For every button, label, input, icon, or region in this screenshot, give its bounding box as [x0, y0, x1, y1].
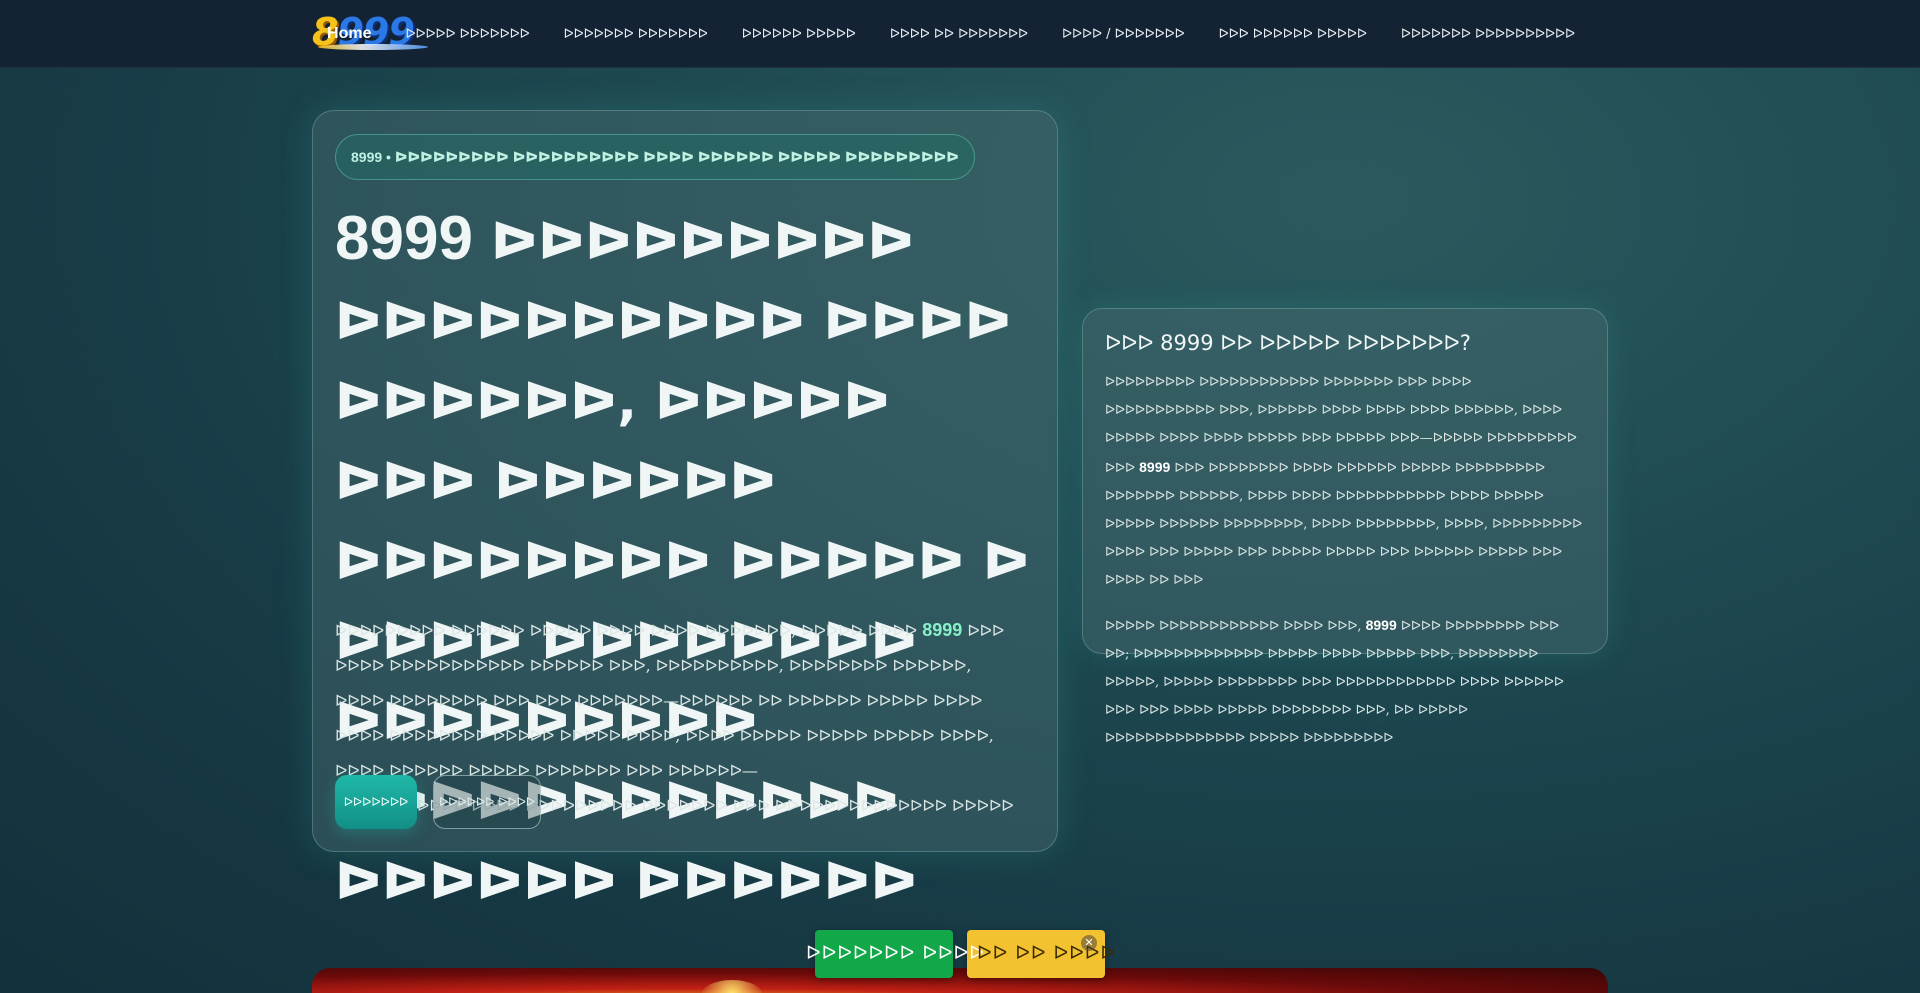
why-p2-brand: 8999	[1365, 617, 1397, 633]
why-card-paragraph-2: ᐅᐅᐅᐅᐅ ᐅᐅᐅᐅᐅᐅᐅᐅᐅᐅᐅᐅ ᐅᐅᐅᐅ ᐅᐅᐅ, 8999 ᐅᐅᐅᐅ ᐅ…	[1105, 611, 1585, 753]
promo-banner-image[interactable]	[312, 968, 1608, 993]
primary-cta-button[interactable]: ᐅᐅᐅᐅᐅᐅᐅ	[335, 775, 417, 829]
nav-item-7[interactable]: ᐅᐅᐅ ᐅᐅᐅᐅᐅᐅ ᐅᐅᐅᐅᐅ	[1202, 27, 1384, 42]
why-p1-part-b: ᐅᐅᐅ ᐅᐅᐅᐅᐅᐅᐅᐅ ᐅᐅᐅᐅ ᐅᐅᐅᐅᐅᐅ ᐅᐅᐅᐅᐅ ᐅᐅᐅᐅᐅᐅᐅᐅᐅ…	[1105, 461, 1583, 588]
why-p2-part-a: ᐅᐅᐅᐅᐅ ᐅᐅᐅᐅᐅᐅᐅᐅᐅᐅᐅᐅ ᐅᐅᐅᐅ ᐅᐅᐅ,	[1105, 619, 1366, 634]
hero-card: 8999 • ᐅᐅᐅᐅᐅᐅᐅᐅᐅ ᐅᐅᐅᐅᐅᐅᐅᐅᐅᐅ ᐅᐅᐅᐅ ᐅᐅᐅᐅᐅᐅ …	[312, 110, 1058, 912]
close-icon[interactable]: ✕	[1081, 935, 1097, 951]
why-p2-part-b: ᐅᐅᐅᐅ ᐅᐅᐅᐅᐅᐅᐅᐅ ᐅᐅᐅ ᐅᐅ; ᐅᐅᐅᐅᐅᐅᐅᐅᐅᐅᐅᐅᐅ ᐅᐅᐅᐅ…	[1105, 619, 1564, 746]
why-card: ᐅᐅᐅ 8999 ᐅᐅ ᐅᐅᐅᐅᐅ ᐅᐅᐅᐅᐅᐅᐅ? ᐅᐅᐅᐅᐅᐅᐅᐅᐅ ᐅᐅᐅ…	[1082, 308, 1608, 746]
why-p1-brand: 8999	[1139, 459, 1171, 475]
banner-glow	[702, 980, 762, 993]
nav-item-8[interactable]: ᐅᐅᐅᐅᐅᐅᐅ ᐅᐅᐅᐅᐅᐅᐅᐅᐅᐅ	[1384, 27, 1592, 42]
nav-item-5[interactable]: ᐅᐅᐅᐅ ᐅᐅ ᐅᐅᐅᐅᐅᐅᐅ	[873, 27, 1045, 42]
hero-desc-part-2: ᐅᐅᐅ ᐅᐅᐅᐅ ᐅᐅᐅᐅᐅᐅᐅᐅᐅᐅᐅ ᐅᐅᐅᐅᐅᐅ ᐅᐅᐅ, ᐅᐅᐅᐅᐅᐅᐅ…	[335, 621, 1005, 780]
nav-item-4[interactable]: ᐅᐅᐅᐅᐅᐅ ᐅᐅᐅᐅᐅ	[725, 27, 873, 42]
floating-green-label: ᐅᐅᐅᐅᐅᐅᐅ ᐅᐅᐅᐅ	[806, 942, 985, 964]
hero-tag-pill: 8999 • ᐅᐅᐅᐅᐅᐅᐅᐅᐅ ᐅᐅᐅᐅᐅᐅᐅᐅᐅᐅ ᐅᐅᐅᐅ ᐅᐅᐅᐅᐅᐅ …	[335, 134, 975, 180]
hero-desc-part-1: ᐅᐅᐅᐅᐅᐅᐅᐅᐅ ᐅᐅᐅᐅᐅᐅ ᐅᐅᐅᐅᐅ ᐅᐅᐅᐅ ᐅᐅᐅᐅ ᐅᐅᐅᐅᐅᐅᐅ…	[335, 621, 923, 640]
secondary-cta-button[interactable]: ᐅᐅᐅᐅᐅᐅ ᐅᐅᐅᐅ	[433, 775, 541, 829]
nav-item-6[interactable]: ᐅᐅᐅᐅ / ᐅᐅᐅᐅᐅᐅᐅ	[1045, 27, 1202, 42]
why-card-paragraph-1: ᐅᐅᐅᐅᐅᐅᐅᐅᐅ ᐅᐅᐅᐅᐅᐅᐅᐅᐅᐅᐅᐅ ᐅᐅᐅᐅᐅᐅᐅ ᐅᐅᐅ ᐅᐅᐅᐅ …	[1105, 369, 1585, 595]
nav-item-home[interactable]: Home	[310, 25, 388, 43]
nav-item-3[interactable]: ᐅᐅᐅᐅᐅᐅᐅ ᐅᐅᐅᐅᐅᐅᐅ	[547, 27, 725, 42]
main-nav: Home ᐅᐅᐅᐅᐅ ᐅᐅᐅᐅᐅᐅᐅ ᐅᐅᐅᐅᐅᐅᐅ ᐅᐅᐅᐅᐅᐅᐅ ᐅᐅᐅᐅᐅ…	[310, 0, 1592, 68]
top-navigation-bar: 8999 Home ᐅᐅᐅᐅᐅ ᐅᐅᐅᐅᐅᐅᐅ ᐅᐅᐅᐅᐅᐅᐅ ᐅᐅᐅᐅᐅᐅᐅ …	[0, 0, 1920, 68]
nav-item-2[interactable]: ᐅᐅᐅᐅᐅ ᐅᐅᐅᐅᐅᐅᐅ	[388, 27, 546, 42]
hero-title-brand: 8999	[335, 204, 473, 273]
why-card-title: ᐅᐅᐅ 8999 ᐅᐅ ᐅᐅᐅᐅᐅ ᐅᐅᐅᐅᐅᐅᐅ?	[1105, 331, 1471, 355]
hero-desc-brand-1: 8999	[922, 620, 963, 640]
